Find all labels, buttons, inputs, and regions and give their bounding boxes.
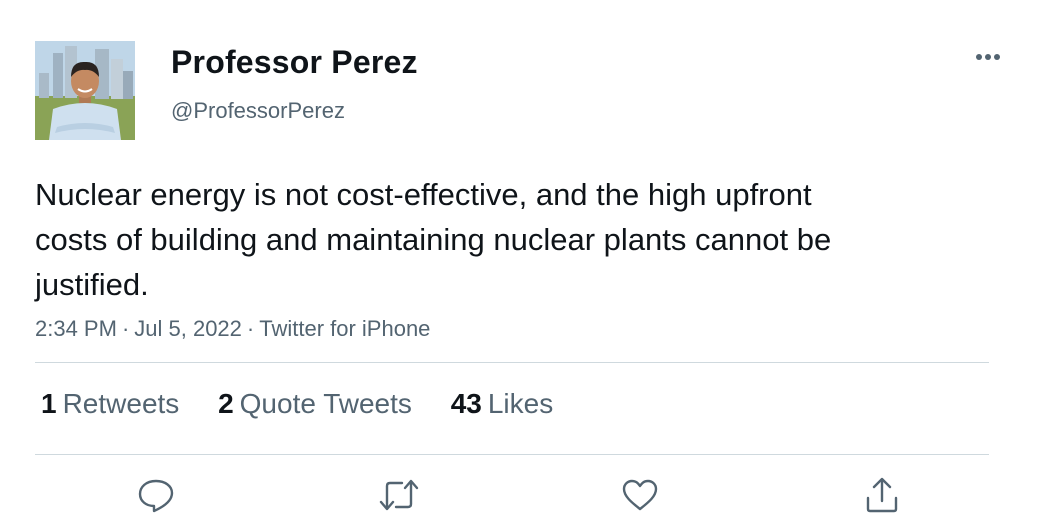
avatar-photo — [35, 41, 135, 140]
share-icon — [866, 477, 898, 513]
likes-stat[interactable]: 43 Likes — [445, 388, 554, 420]
meta-separator: · — [246, 316, 255, 341]
retweets-label: Retweets — [62, 388, 180, 419]
tweet-stats: 1 Retweets 2 Quote Tweets 43 Likes — [35, 388, 578, 420]
divider — [35, 454, 989, 455]
more-options-button[interactable] — [970, 42, 1006, 72]
retweets-count: 1 — [41, 388, 57, 419]
reply-button[interactable] — [131, 470, 181, 520]
tweet-date[interactable]: Jul 5, 2022 — [134, 316, 242, 341]
quote-tweets-stat[interactable]: 2 Quote Tweets — [212, 388, 412, 420]
meta-separator: · — [121, 316, 130, 341]
tweet-time[interactable]: 2:34 PM — [35, 316, 117, 341]
heart-icon — [622, 479, 658, 511]
tweet-card: Professor Perez @ProfessorPerez Nuclear … — [0, 0, 1050, 525]
user-handle[interactable]: @ProfessorPerez — [171, 98, 345, 124]
likes-count: 43 — [450, 388, 482, 419]
retweet-button[interactable] — [374, 470, 424, 520]
likes-label: Likes — [487, 388, 554, 419]
quote-tweets-count: 2 — [218, 388, 234, 419]
action-bar — [0, 470, 1050, 520]
tweet-source[interactable]: Twitter for iPhone — [259, 316, 430, 341]
avatar[interactable] — [35, 41, 135, 140]
divider — [35, 362, 989, 363]
reply-icon — [138, 479, 174, 513]
retweet-icon — [379, 479, 419, 511]
tweet-text: Nuclear energy is not cost-effective, an… — [35, 177, 832, 302]
more-horizontal-icon — [976, 54, 1000, 60]
like-button[interactable] — [615, 470, 665, 520]
tweet-meta: 2:34 PM · Jul 5, 2022 · Twitter for iPhone — [35, 316, 430, 342]
quote-tweets-label: Quote Tweets — [239, 388, 412, 419]
display-name[interactable]: Professor Perez — [171, 44, 418, 81]
retweets-stat[interactable]: 1 Retweets — [35, 388, 179, 420]
share-button[interactable] — [857, 470, 907, 520]
